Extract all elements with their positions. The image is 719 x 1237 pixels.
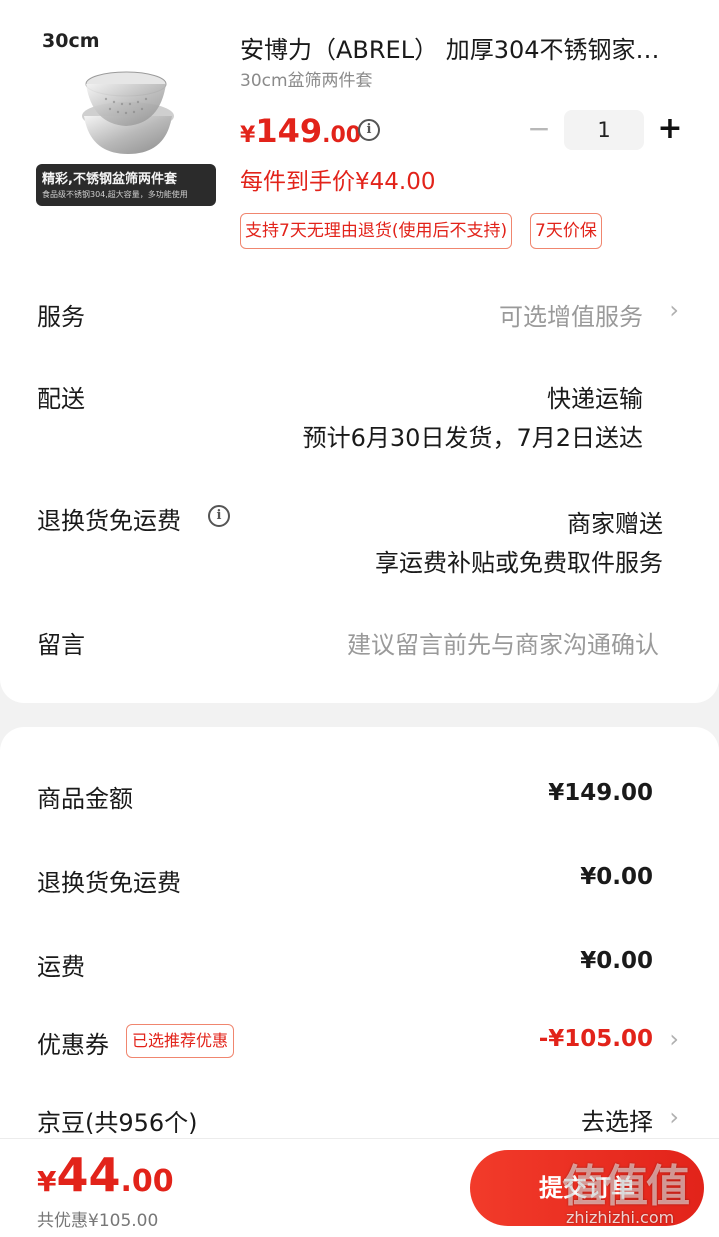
product-image[interactable]: 30cm 精彩,不锈钢盆筛两件套 食品级不锈钢304,超大容量，多功能使用 xyxy=(36,24,216,206)
watermark-logo: 值值值 xyxy=(562,1161,690,1212)
return-shipping-value: 商家赠送 xyxy=(567,510,663,538)
goods-amount-value: ¥149.00 xyxy=(548,780,653,806)
banner-sub-text: 食品级不锈钢304,超大容量，多功能使用 xyxy=(42,190,188,199)
watermark-url: zhizhizhi.com xyxy=(566,1208,675,1227)
return-shipping-detail: 享运费补贴或免费取件服务 xyxy=(375,549,663,577)
return-shipping-label: 退换货免运费 xyxy=(37,507,181,535)
delivery-label: 配送 xyxy=(37,385,85,413)
product-spec[interactable]: 30cm盆筛两件套 xyxy=(240,66,373,91)
product-image-banner: 精彩,不锈钢盆筛两件套 食品级不锈钢304,超大容量，多功能使用 xyxy=(36,164,216,206)
freight-label: 运费 xyxy=(37,953,85,981)
message-label: 留言 xyxy=(37,631,85,659)
jingdou-label: 京豆(共956个) xyxy=(37,1109,198,1137)
price-info-icon[interactable]: i xyxy=(358,119,380,141)
total-discount: 共优惠¥105.00 xyxy=(37,1211,159,1231)
service-label: 服务 xyxy=(37,303,85,331)
price-decimal: .00 xyxy=(322,123,362,148)
order-item-card: 30cm 精彩,不锈钢盆筛两件套 食品级不锈钢304,超大容量，多功能使用 安博… xyxy=(0,0,719,703)
product-image-size-label: 30cm xyxy=(42,30,100,52)
chevron-right-icon[interactable]: › xyxy=(669,296,679,324)
total-currency: ¥ xyxy=(37,1165,57,1198)
price-protect-tag: 7天价保 xyxy=(530,213,602,249)
coupon-label: 优惠券 xyxy=(37,1031,109,1059)
total-price: ¥44.00 xyxy=(37,1148,174,1202)
service-value[interactable]: 可选增值服务 xyxy=(499,297,643,332)
banner-main-text: 精彩,不锈钢盆筛两件套 xyxy=(42,172,177,187)
coupon-selected-tag: 已选推荐优惠 xyxy=(126,1024,235,1058)
jingdou-value[interactable]: 去选择 xyxy=(581,1102,653,1137)
price-currency: ¥ xyxy=(240,123,256,148)
coupon-value[interactable]: -¥105.00 xyxy=(539,1026,653,1052)
order-confirm-page: 30cm 精彩,不锈钢盆筛两件套 食品级不锈钢304,超大容量，多功能使用 安博… xyxy=(0,0,719,1237)
return-fee-label: 退换货免运费 xyxy=(37,869,181,897)
product-price: ¥149.00 xyxy=(240,112,361,150)
goods-amount-label: 商品金额 xyxy=(37,785,133,813)
delivery-method[interactable]: 快递运输 xyxy=(547,379,643,414)
quantity-increase-button[interactable]: + xyxy=(656,112,684,146)
product-title[interactable]: 安博力（ABREL） 加厚304不锈钢家… xyxy=(240,30,680,65)
price-integer: 149 xyxy=(255,112,323,150)
total-integer: 44 xyxy=(56,1148,121,1202)
bowl-icon xyxy=(82,71,174,154)
coupon-chevron-icon[interactable]: › xyxy=(669,1025,679,1053)
return-fee-value: ¥0.00 xyxy=(580,864,653,890)
freight-value: ¥0.00 xyxy=(580,948,653,974)
jingdou-chevron-icon[interactable]: › xyxy=(669,1103,679,1131)
delivery-estimate[interactable]: 预计6月30日发货，7月2日送达 xyxy=(303,418,643,453)
total-decimal: .00 xyxy=(120,1164,174,1199)
return-policy-tag: 支持7天无理由退货(使用后不支持) xyxy=(240,213,513,249)
message-input[interactable]: 建议留言前先与商家沟通确认 xyxy=(347,625,659,660)
unit-final-price: 每件到手价¥44.00 xyxy=(240,169,436,195)
return-shipping-info-icon[interactable]: i xyxy=(208,505,230,527)
quantity-input[interactable]: 1 xyxy=(564,110,644,150)
quantity-decrease-button[interactable]: − xyxy=(526,113,552,145)
